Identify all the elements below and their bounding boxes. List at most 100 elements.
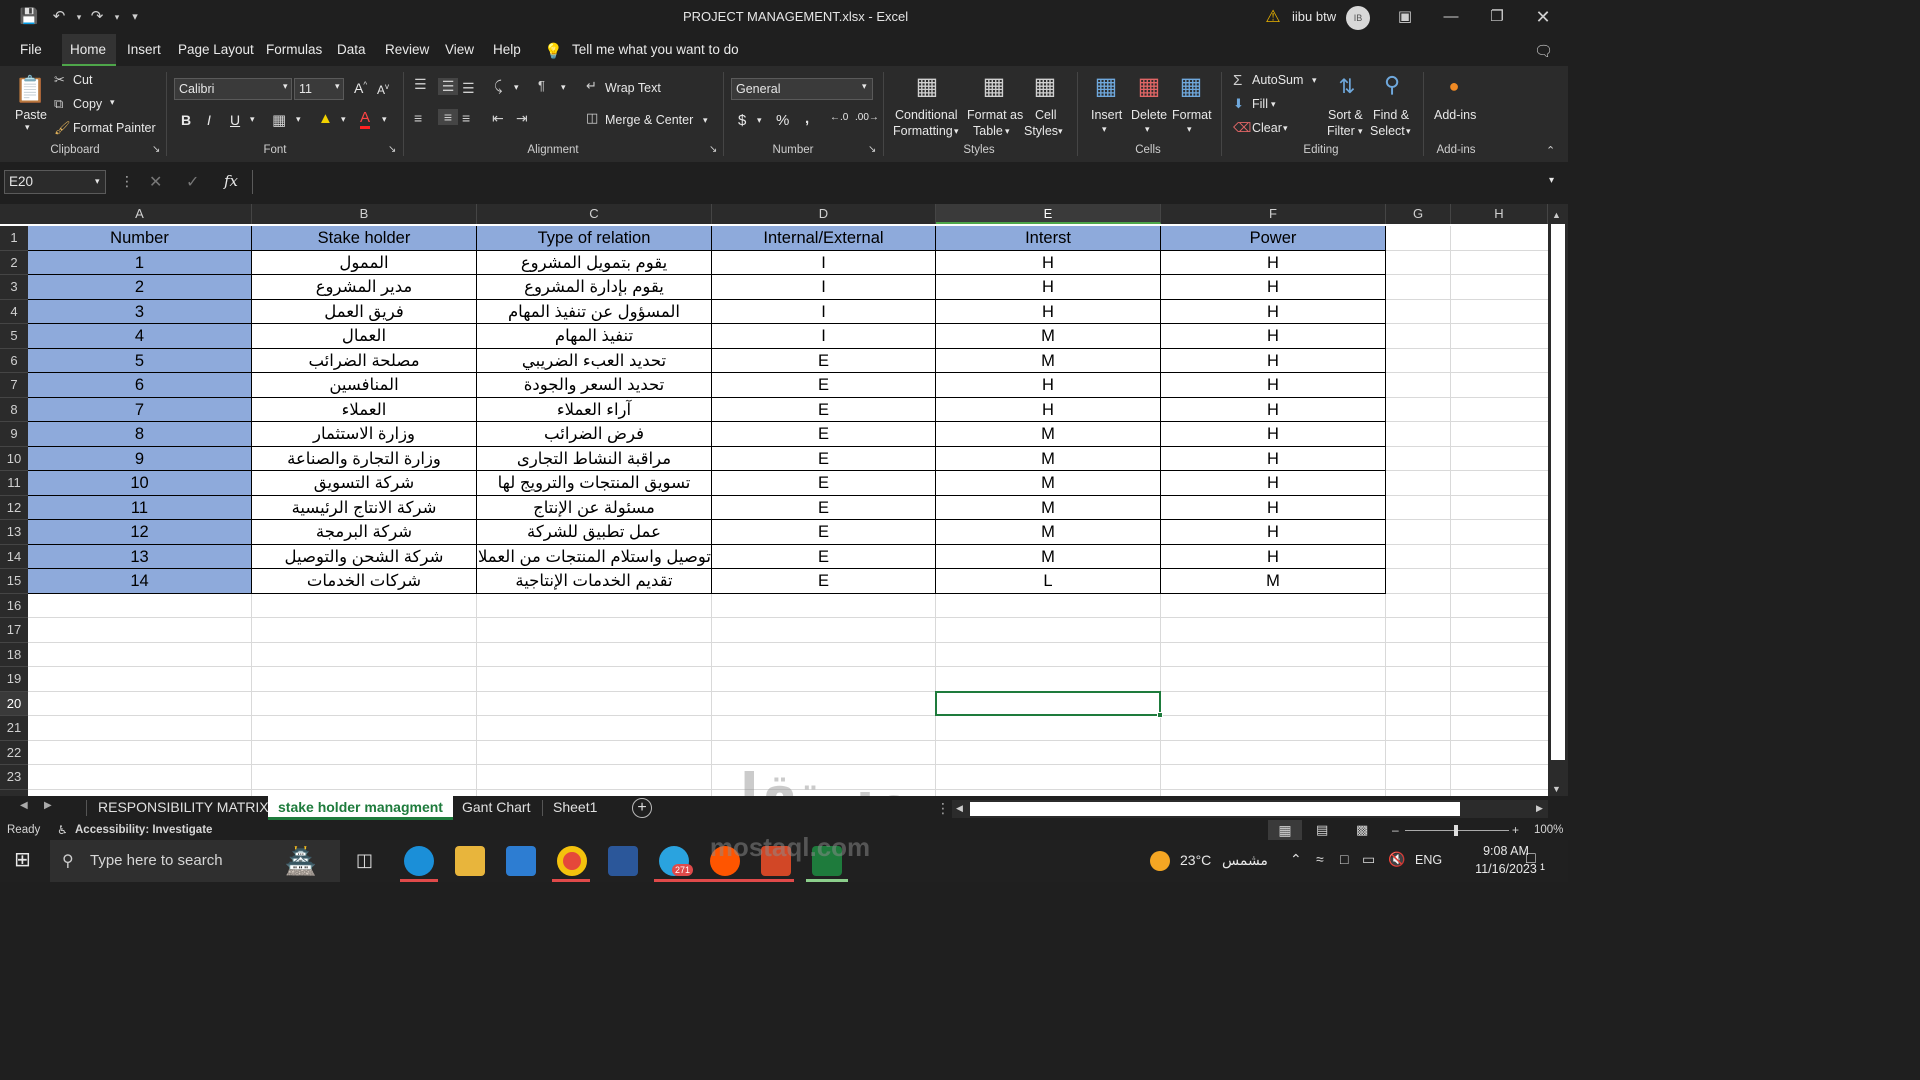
table-cell[interactable]: L bbox=[936, 569, 1161, 594]
table-cell[interactable]: شركات الخدمات bbox=[252, 569, 477, 594]
fill-color-icon[interactable]: ▲ bbox=[318, 110, 333, 127]
ribbon-display-icon[interactable]: ▣ bbox=[1394, 6, 1416, 28]
table-cell[interactable]: I bbox=[712, 250, 936, 275]
accessibility-status[interactable]: Accessibility: Investigate bbox=[75, 824, 212, 836]
formula-input[interactable] bbox=[252, 170, 1542, 194]
vertical-scrollbar[interactable]: ▲ ▼ bbox=[1548, 204, 1568, 796]
column-header-b[interactable]: B bbox=[252, 204, 477, 224]
hscrollbar-thumb[interactable] bbox=[970, 802, 1460, 816]
table-cell[interactable]: E bbox=[712, 471, 936, 496]
table-cell[interactable]: H bbox=[1161, 495, 1386, 520]
table-cell[interactable]: تحديد السعر والجودة bbox=[477, 373, 712, 398]
menu-help[interactable]: Help bbox=[485, 34, 529, 66]
font-name-dropdown-icon[interactable]: ▾ bbox=[283, 81, 288, 92]
row-header-12[interactable]: 12 bbox=[0, 495, 28, 520]
table-cell[interactable]: تسويق المنتجات والترويج لها bbox=[477, 471, 712, 496]
table-cell[interactable]: E bbox=[712, 373, 936, 398]
decrease-decimal-icon[interactable]: .00→ bbox=[855, 112, 879, 123]
addins-button[interactable]: Add-ins bbox=[1434, 108, 1476, 122]
table-cell[interactable]: H bbox=[936, 250, 1161, 275]
row-header-9[interactable]: 9 bbox=[0, 422, 28, 447]
rtl-dropdown-icon[interactable]: ▾ bbox=[561, 82, 566, 93]
delete-cells-icon[interactable]: ▦ bbox=[1134, 72, 1164, 104]
table-cell[interactable]: مراقبة النشاط التجارى bbox=[477, 446, 712, 471]
insert-cells-icon[interactable]: ▦ bbox=[1091, 72, 1121, 104]
windows-start-icon[interactable]: ⊞ bbox=[14, 850, 34, 870]
column-header-d[interactable]: D bbox=[712, 204, 936, 224]
table-cell[interactable]: H bbox=[1161, 275, 1386, 300]
normal-view-icon[interactable]: ▦ bbox=[1268, 820, 1302, 840]
borders-dropdown-icon[interactable]: ▾ bbox=[296, 114, 301, 125]
table-cell[interactable]: 11 bbox=[28, 495, 252, 520]
menu-home[interactable]: Home bbox=[62, 34, 116, 66]
table-cell[interactable]: H bbox=[1161, 348, 1386, 373]
find-select-button[interactable]: Find & bbox=[1373, 108, 1409, 122]
autosum-dropdown-icon[interactable]: ▾ bbox=[1312, 75, 1317, 86]
table-cell[interactable]: مصلحة الضرائب bbox=[252, 348, 477, 373]
table-cell[interactable]: شركة الانتاج الرئيسية bbox=[252, 495, 477, 520]
header-cell[interactable]: Type of relation bbox=[477, 226, 712, 251]
cell-styles-icon[interactable]: ▦ bbox=[1030, 72, 1060, 104]
row-header-13[interactable]: 13 bbox=[0, 520, 28, 545]
scroll-down-icon[interactable]: ▼ bbox=[1552, 784, 1561, 794]
minimize-icon[interactable]: — bbox=[1440, 6, 1462, 28]
format-painter-icon[interactable]: 🖌 bbox=[54, 120, 71, 136]
format-as-table-label2[interactable]: Table bbox=[973, 124, 1003, 138]
zoom-level[interactable]: 100% bbox=[1534, 824, 1563, 836]
mail-icon[interactable] bbox=[506, 846, 536, 876]
add-sheet-icon[interactable]: + bbox=[632, 798, 652, 818]
align-right-icon[interactable]: ≡ bbox=[462, 110, 470, 126]
close-icon[interactable]: ✕ bbox=[1532, 6, 1554, 28]
row-header-18[interactable]: 18 bbox=[0, 642, 28, 667]
edge-icon[interactable] bbox=[404, 846, 434, 876]
select-all-corner[interactable] bbox=[0, 204, 28, 224]
row-header-23[interactable]: 23 bbox=[0, 765, 28, 790]
row-header-5[interactable]: 5 bbox=[0, 324, 28, 349]
tray-chevron-icon[interactable]: ⌃ bbox=[1290, 851, 1302, 868]
table-cell[interactable]: H bbox=[936, 397, 1161, 422]
increase-indent-icon[interactable]: ⇥ bbox=[516, 110, 528, 127]
undo-icon[interactable]: ↶ bbox=[48, 6, 70, 28]
top-align-icon[interactable]: ☰ bbox=[414, 76, 427, 93]
orientation-dropdown-icon[interactable]: ▾ bbox=[514, 82, 519, 93]
table-cell[interactable]: مدير المشروع bbox=[252, 275, 477, 300]
menu-page-layout[interactable]: Page Layout bbox=[170, 34, 262, 66]
zoom-out-icon[interactable]: – bbox=[1392, 823, 1399, 837]
table-cell[interactable]: E bbox=[712, 422, 936, 447]
number-format-dropdown-icon[interactable]: ▾ bbox=[862, 81, 867, 92]
menu-view[interactable]: View bbox=[437, 34, 482, 66]
battery-icon[interactable]: ▭ bbox=[1362, 851, 1375, 868]
table-cell[interactable]: توصيل واستلام المنتجات من العملاء bbox=[477, 544, 712, 569]
accessibility-icon[interactable]: ♿ bbox=[57, 823, 68, 837]
row-header-11[interactable]: 11 bbox=[0, 471, 28, 496]
table-cell[interactable]: مسئولة عن الإنتاج bbox=[477, 495, 712, 520]
row-header-14[interactable]: 14 bbox=[0, 544, 28, 569]
volume-icon[interactable]: 🔇 bbox=[1388, 851, 1405, 868]
table-cell[interactable]: 9 bbox=[28, 446, 252, 471]
delete-cells-button[interactable]: Delete bbox=[1131, 108, 1167, 122]
table-cell[interactable]: تحديد العبء الضريبي bbox=[477, 348, 712, 373]
currency-button[interactable]: $ bbox=[738, 112, 746, 129]
table-cell[interactable]: العمال bbox=[252, 324, 477, 349]
menu-formulas[interactable]: Formulas bbox=[258, 34, 330, 66]
table-cell[interactable]: H bbox=[1161, 299, 1386, 324]
sort-filter-icon[interactable]: ⇅ bbox=[1330, 74, 1364, 104]
table-cell[interactable]: M bbox=[936, 348, 1161, 373]
maximize-icon[interactable]: ❐ bbox=[1486, 6, 1508, 28]
selected-cell-e20[interactable] bbox=[935, 690, 1161, 716]
table-cell[interactable]: المنافسين bbox=[252, 373, 477, 398]
column-header-f[interactable]: F bbox=[1161, 204, 1386, 224]
zoom-slider-thumb[interactable] bbox=[1454, 825, 1458, 836]
weather-text[interactable]: مشمس bbox=[1222, 852, 1268, 869]
comma-button[interactable]: , bbox=[805, 110, 809, 127]
user-name[interactable]: iibu btw bbox=[1292, 9, 1336, 24]
scrollbar-thumb[interactable] bbox=[1551, 224, 1565, 760]
cell-styles-button[interactable]: Cell bbox=[1035, 108, 1057, 122]
row-header-8[interactable]: 8 bbox=[0, 397, 28, 422]
font-color-icon[interactable]: A bbox=[360, 110, 371, 129]
word-icon[interactable] bbox=[608, 846, 638, 876]
sort-dropdown-icon[interactable]: ▾ bbox=[1358, 126, 1363, 137]
row-header-4[interactable]: 4 bbox=[0, 299, 28, 324]
table-cell[interactable]: M bbox=[936, 495, 1161, 520]
autosum-icon[interactable]: Σ bbox=[1233, 72, 1242, 89]
